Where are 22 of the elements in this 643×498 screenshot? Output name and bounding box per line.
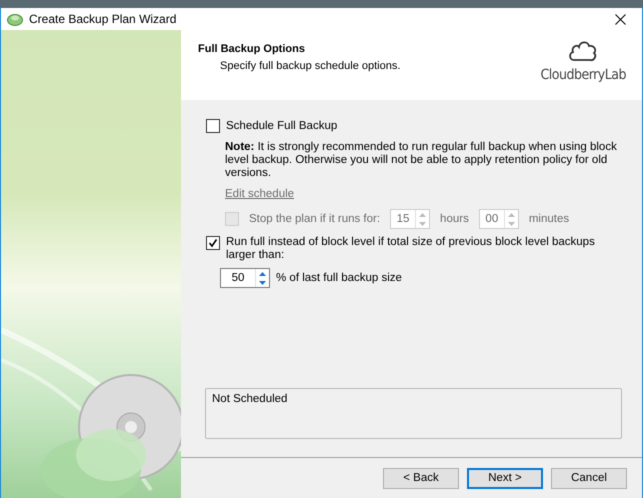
close-icon — [614, 14, 626, 24]
stop-plan-label: Stop the plan if it runs for: — [249, 213, 380, 225]
window-title: Create Backup Plan Wizard — [29, 12, 178, 26]
up-arrow-icon[interactable] — [259, 272, 266, 276]
note-text: Note: It is strongly recommended to run regular full backup when using block level backup. Otherwise you will not be able to apply retention policy for old versions. — [225, 141, 618, 180]
wizard-button[interactable]: Cancel — [551, 468, 627, 488]
wizard-button[interactable]: < Back — [383, 468, 459, 488]
schedule-label: Schedule Full Backup — [226, 120, 338, 132]
wizard-button[interactable]: Next > — [467, 468, 543, 488]
schedule-checkbox[interactable] — [206, 119, 220, 133]
page-title: Full Backup Options — [198, 43, 306, 55]
run-full-label: Run full instead of block level if total size of previous block level backups larger than: — [226, 236, 596, 262]
threshold-label: % of last full backup size — [276, 272, 402, 284]
logo-text: CloudberryLab — [540, 67, 626, 83]
status-text: Not Scheduled — [212, 393, 288, 405]
threshold-spinbox[interactable]: 50 — [220, 268, 270, 288]
cloud-app-icon — [7, 12, 23, 26]
page-subtitle: Specify full backup schedule options. — [220, 60, 402, 72]
run-full-checkbox[interactable] — [206, 236, 220, 250]
down-arrow-icon[interactable] — [259, 280, 266, 284]
minutes-label: minutes — [528, 213, 570, 225]
hours-label: hours — [440, 213, 469, 225]
